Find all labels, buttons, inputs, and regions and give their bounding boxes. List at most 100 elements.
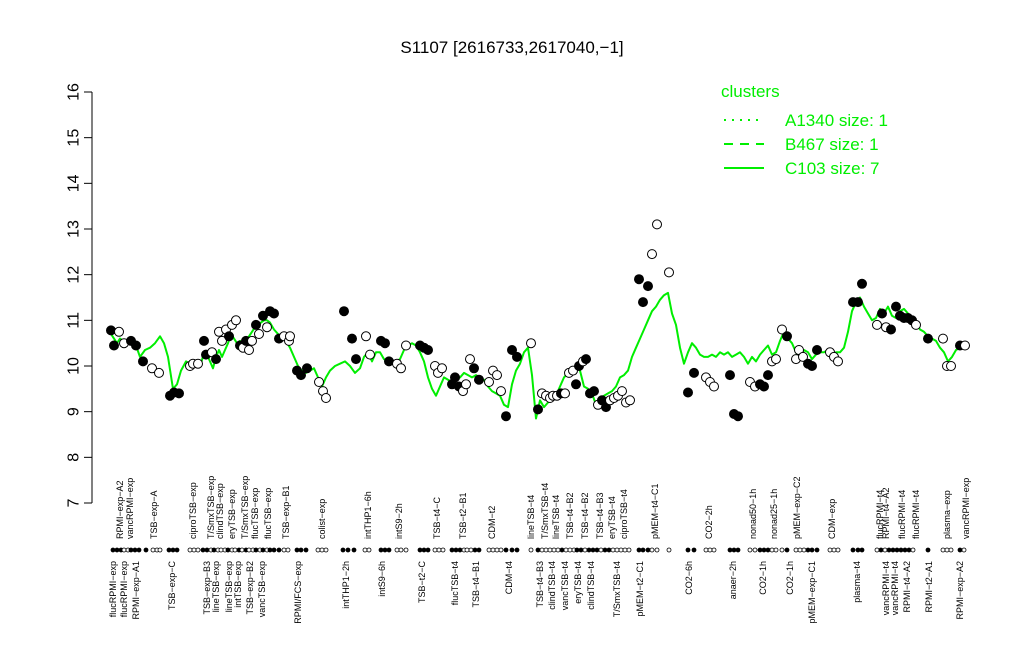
rug-marker	[559, 547, 565, 553]
legend-title: clusters	[721, 82, 780, 101]
data-point	[759, 381, 769, 392]
x-tick-label: plasma−t4	[852, 561, 862, 603]
rug-marker	[432, 547, 438, 553]
data-point	[634, 274, 644, 285]
data-point	[533, 404, 543, 415]
rug-marker	[315, 547, 321, 553]
chart-title: S1107 [2616733,2617040,−1]	[400, 38, 623, 57]
x-tick-label: lineTSB−t4	[551, 495, 561, 539]
rug-marker	[281, 547, 287, 553]
x-tick-label: intS9−2h	[394, 503, 404, 539]
rug-marker	[276, 547, 282, 553]
rug-marker	[640, 547, 646, 553]
rug-marker	[539, 547, 545, 553]
rug-marker	[805, 547, 811, 553]
rug-marker	[345, 547, 351, 553]
rug-marker	[809, 547, 815, 553]
rug-marker	[801, 547, 807, 553]
x-tick-label: TSB−t4−B3	[535, 561, 545, 608]
data-point	[361, 331, 371, 342]
x-tick-label: RPMI−t4−A2	[902, 561, 912, 613]
data-point	[211, 354, 221, 365]
rug-marker	[757, 547, 763, 553]
data-point	[469, 363, 479, 374]
x-tick-label: CDM−t2	[487, 506, 497, 539]
rug-marker	[707, 547, 713, 553]
rug-marker	[727, 547, 733, 553]
rug-marker	[132, 547, 138, 553]
x-tick-label: T/SmxTSB−exp	[240, 476, 250, 539]
x-tick-label: vancRPMI−exp	[125, 478, 135, 539]
data-point	[244, 345, 254, 355]
data-point	[638, 297, 648, 308]
y-tick-label: 10	[66, 357, 83, 375]
y-tick-label: 12	[66, 266, 83, 284]
rug-marker	[298, 547, 304, 553]
x-tick-label: ciproTSB−t4	[619, 489, 629, 539]
x-tick-label: RPMI−exp−A2	[955, 561, 965, 620]
rug-marker	[855, 547, 861, 553]
data-point	[231, 315, 241, 326]
rug-marker	[449, 547, 455, 553]
rug-marker	[594, 547, 600, 553]
rug-marker	[850, 547, 856, 553]
x-tick-label: vancTSB−exp	[257, 561, 267, 617]
rug-marker	[166, 547, 172, 553]
x-tick-label: TSB−t2−B1	[458, 492, 468, 539]
y-tick-label: 16	[66, 83, 83, 101]
data-point	[853, 297, 863, 308]
rug-marker	[472, 547, 478, 553]
rug-marker	[490, 547, 496, 553]
data-point	[643, 281, 653, 292]
x-tick-label: pMEM−exp−C2	[792, 476, 802, 539]
series-line-c103	[110, 291, 968, 420]
rug-marker	[685, 547, 691, 553]
x-tick-label: flucRPMI−exp	[119, 561, 129, 617]
x-tick-label: vancRPMI−exp	[961, 478, 971, 539]
rug-marker	[535, 547, 541, 553]
rug-marker	[948, 547, 954, 553]
rug-marker	[225, 547, 231, 553]
data-point	[683, 387, 693, 398]
rug-marker	[610, 547, 616, 553]
rug-marker	[626, 547, 632, 553]
rug-markers	[110, 547, 967, 553]
data-point	[689, 367, 699, 378]
data-point	[501, 411, 511, 422]
rug-marker	[898, 547, 904, 553]
rug-marker	[827, 547, 833, 553]
rug-marker	[136, 547, 142, 553]
rug-marker	[940, 547, 946, 553]
x-tick-label: flucTSB−exp	[250, 488, 260, 539]
data-point	[763, 370, 773, 381]
x-tick-label: intTHP1−2h	[341, 561, 351, 609]
y-tick-label: 14	[66, 174, 83, 192]
x-tick-label: anaer−2h	[728, 561, 738, 599]
x-tick-label: eryTSB−t4	[607, 496, 617, 539]
x-tick-label: nonad25−1h	[769, 489, 779, 539]
rug-marker	[649, 547, 655, 553]
rug-marker	[874, 547, 880, 553]
rug-marker	[271, 547, 277, 553]
data-point	[833, 356, 843, 367]
x-tick-label: CO2−1h	[758, 561, 768, 595]
data-point	[193, 358, 203, 369]
rug-marker	[403, 547, 409, 553]
rug-marker	[645, 547, 651, 553]
legend: clusters A1340 size: 1 B467 size: 1 C103 s…	[721, 82, 888, 178]
rug-marker	[793, 547, 799, 553]
rug-marker	[602, 547, 608, 553]
rug-marker	[606, 547, 612, 553]
data-point	[911, 319, 921, 330]
rug-marker	[622, 547, 628, 553]
rug-marker	[555, 547, 561, 553]
x-tick-label: RPMI−exp−A2	[115, 480, 125, 539]
y-tick-label: 13	[66, 220, 83, 238]
rug-marker	[246, 547, 252, 553]
rug-marker	[773, 547, 779, 553]
rug-marker	[170, 547, 176, 553]
data-point	[733, 411, 743, 422]
y-tick-label: 9	[66, 407, 83, 416]
rug-marker	[498, 547, 504, 553]
rug-marker	[398, 547, 404, 553]
